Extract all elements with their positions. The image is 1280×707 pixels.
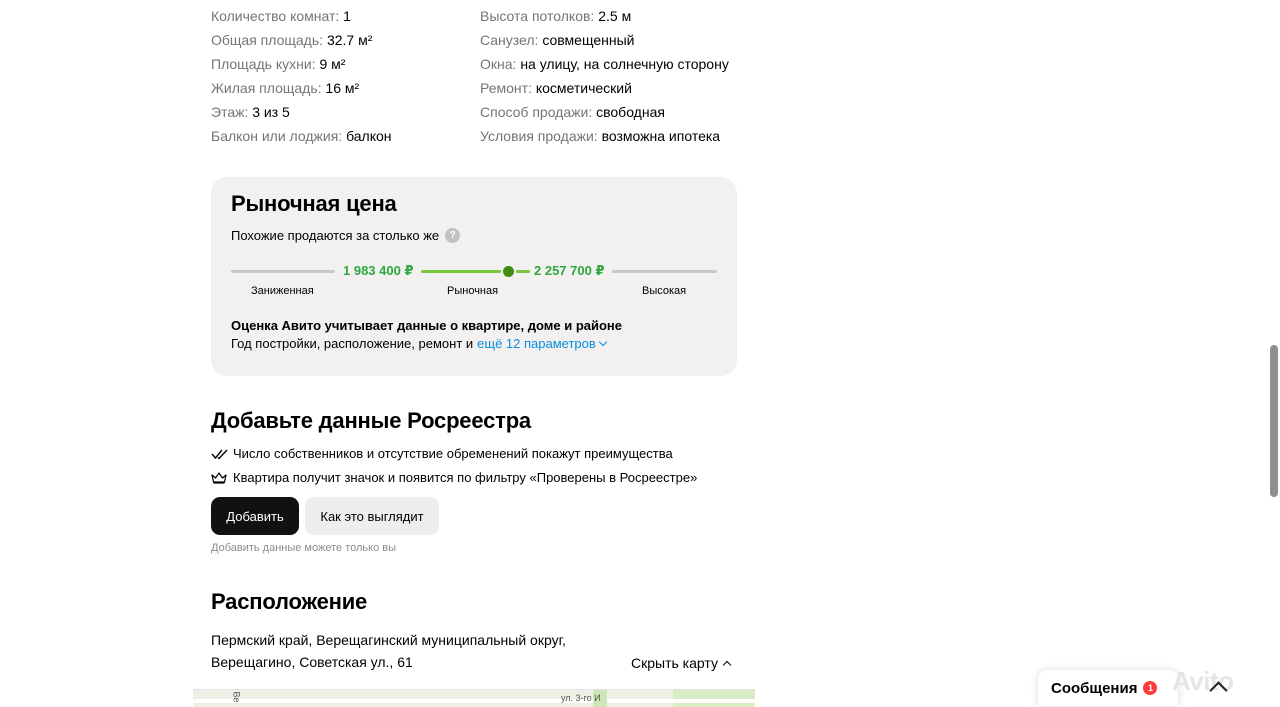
add-rosreestr-button[interactable]: Добавить xyxy=(211,497,299,535)
param-row: Балкон или лоджия: балкон xyxy=(211,124,471,148)
param-label: Жилая площадь: xyxy=(211,80,322,96)
price-scale-market-bar-left xyxy=(421,270,501,273)
rosreestr-benefit-owners-text: Число собственников и отсутствие обремен… xyxy=(233,446,673,461)
param-row: Жилая площадь: 16 м² xyxy=(211,76,471,100)
param-label: Высота потолков: xyxy=(480,8,595,24)
hide-map-text: Скрыть карту xyxy=(631,655,718,671)
chevron-up-icon xyxy=(722,660,732,669)
param-value: 16 м² xyxy=(325,80,360,96)
price-scale-high-bar xyxy=(612,270,717,273)
price-high: 2 257 700 ₽ xyxy=(534,263,605,278)
param-row: Способ продажи: свободная xyxy=(480,100,780,124)
param-label: Способ продажи: xyxy=(480,104,593,120)
map-road xyxy=(193,699,755,703)
crown-icon xyxy=(211,471,229,485)
market-price-card: Рыночная цена Похожие продаются за столь… xyxy=(211,177,737,376)
rosreestr-benefit-badge: Квартира получит значок и появится по фи… xyxy=(211,470,697,485)
param-value: балкон xyxy=(346,128,392,144)
avito-estimate-note: Оценка Авито учитывает данные о квартире… xyxy=(231,318,623,333)
param-value: свободная xyxy=(596,104,665,120)
help-icon[interactable]: ? xyxy=(445,228,461,243)
param-row: Количество комнат: 1 xyxy=(211,4,471,28)
rosreestr-benefit-owners: Число собственников и отсутствие обремен… xyxy=(211,446,673,461)
address-line-1: Пермский край, Верещагинский муниципальн… xyxy=(211,632,566,648)
param-label: Этаж: xyxy=(211,104,249,120)
param-value: на улицу, на солнечную сторону xyxy=(520,56,729,72)
double-check-icon xyxy=(211,447,229,461)
param-row: Окна: на улицу, на солнечную сторону xyxy=(480,52,780,76)
param-row: Санузел: совмещенный xyxy=(480,28,780,52)
unread-count-badge: 1 xyxy=(1143,681,1158,695)
param-label: Ремонт: xyxy=(480,80,532,96)
param-row: Этаж: 3 из 5 xyxy=(211,100,471,124)
param-value: возможна ипотека xyxy=(601,128,721,144)
param-value: 32.7 м² xyxy=(326,32,373,48)
rosreestr-benefit-badge-text: Квартира получит значок и появится по фи… xyxy=(233,470,698,485)
more-params-link[interactable]: ещё 12 параметров xyxy=(477,336,608,351)
how-it-looks-button[interactable]: Как это выглядит xyxy=(305,497,439,535)
param-label: Окна: xyxy=(480,56,517,72)
messages-widget[interactable]: Сообщения 1 xyxy=(1038,670,1178,706)
param-row: Условия продажи: возможна ипотека xyxy=(480,124,780,148)
param-row: Площадь кухни: 9 м² xyxy=(211,52,471,76)
messages-label: Сообщения xyxy=(1051,679,1138,697)
scale-high-label: Высокая xyxy=(642,285,687,297)
market-price-subtitle: Похожие продаются за столько же ? xyxy=(231,228,461,243)
params-right-column: Высота потолков: 2.5 м Санузел: совмещен… xyxy=(480,4,780,148)
rosreestr-title: Добавьте данные Росреестра xyxy=(211,408,531,433)
address-line-2: Верещагино, Советская ул., 61 xyxy=(211,654,413,670)
more-params-link-text: ещё 12 параметров xyxy=(477,336,596,351)
param-value: совмещенный xyxy=(542,32,635,48)
current-price-marker xyxy=(503,266,514,277)
chevron-down-icon xyxy=(598,337,608,347)
market-price-title: Рыночная цена xyxy=(231,191,397,216)
market-subtitle-text: Похожие продаются за столько же xyxy=(231,228,440,243)
param-label: Санузел: xyxy=(480,32,539,48)
scale-market-label: Рыночная xyxy=(447,285,499,297)
estimate-details-text: Год постройки, расположение, ремонт и xyxy=(231,336,474,351)
param-row: Общая площадь: 32.7 м² xyxy=(211,28,471,52)
hide-map-toggle[interactable]: Скрыть карту xyxy=(631,655,732,671)
param-label: Условия продажи: xyxy=(480,128,598,144)
param-value: косметический xyxy=(535,80,632,96)
params-left-column: Количество комнат: 1 Общая площадь: 32.7… xyxy=(211,4,471,148)
map-street-label: ул. 3-го И xyxy=(561,693,601,703)
avito-estimate-details: Год постройки, расположение, ремонт и ещ… xyxy=(231,336,608,351)
param-value: 2.5 м xyxy=(598,8,632,24)
map-street-label: Ве xyxy=(231,691,242,703)
param-label: Общая площадь: xyxy=(211,32,324,48)
map[interactable]: ул. 3-го И Ве xyxy=(193,689,755,707)
param-label: Количество комнат: xyxy=(211,8,340,24)
param-row: Ремонт: косметический xyxy=(480,76,780,100)
price-low: 1 983 400 ₽ xyxy=(343,263,414,278)
param-value: 9 м² xyxy=(319,56,346,72)
scale-low-label: Заниженная xyxy=(251,285,314,297)
param-label: Площадь кухни: xyxy=(211,56,316,72)
param-row: Высота потолков: 2.5 м xyxy=(480,4,780,28)
param-value: 3 из 5 xyxy=(252,104,290,120)
price-scale-low-bar xyxy=(231,270,335,273)
price-scale-market-bar-right xyxy=(516,270,530,273)
scrollbar-thumb[interactable] xyxy=(1270,345,1278,497)
param-value: 1 xyxy=(343,8,351,24)
location-title: Расположение xyxy=(211,589,368,614)
rosreestr-hint: Добавить данные можете только вы xyxy=(211,542,396,554)
param-label: Балкон или лоджия: xyxy=(211,128,343,144)
